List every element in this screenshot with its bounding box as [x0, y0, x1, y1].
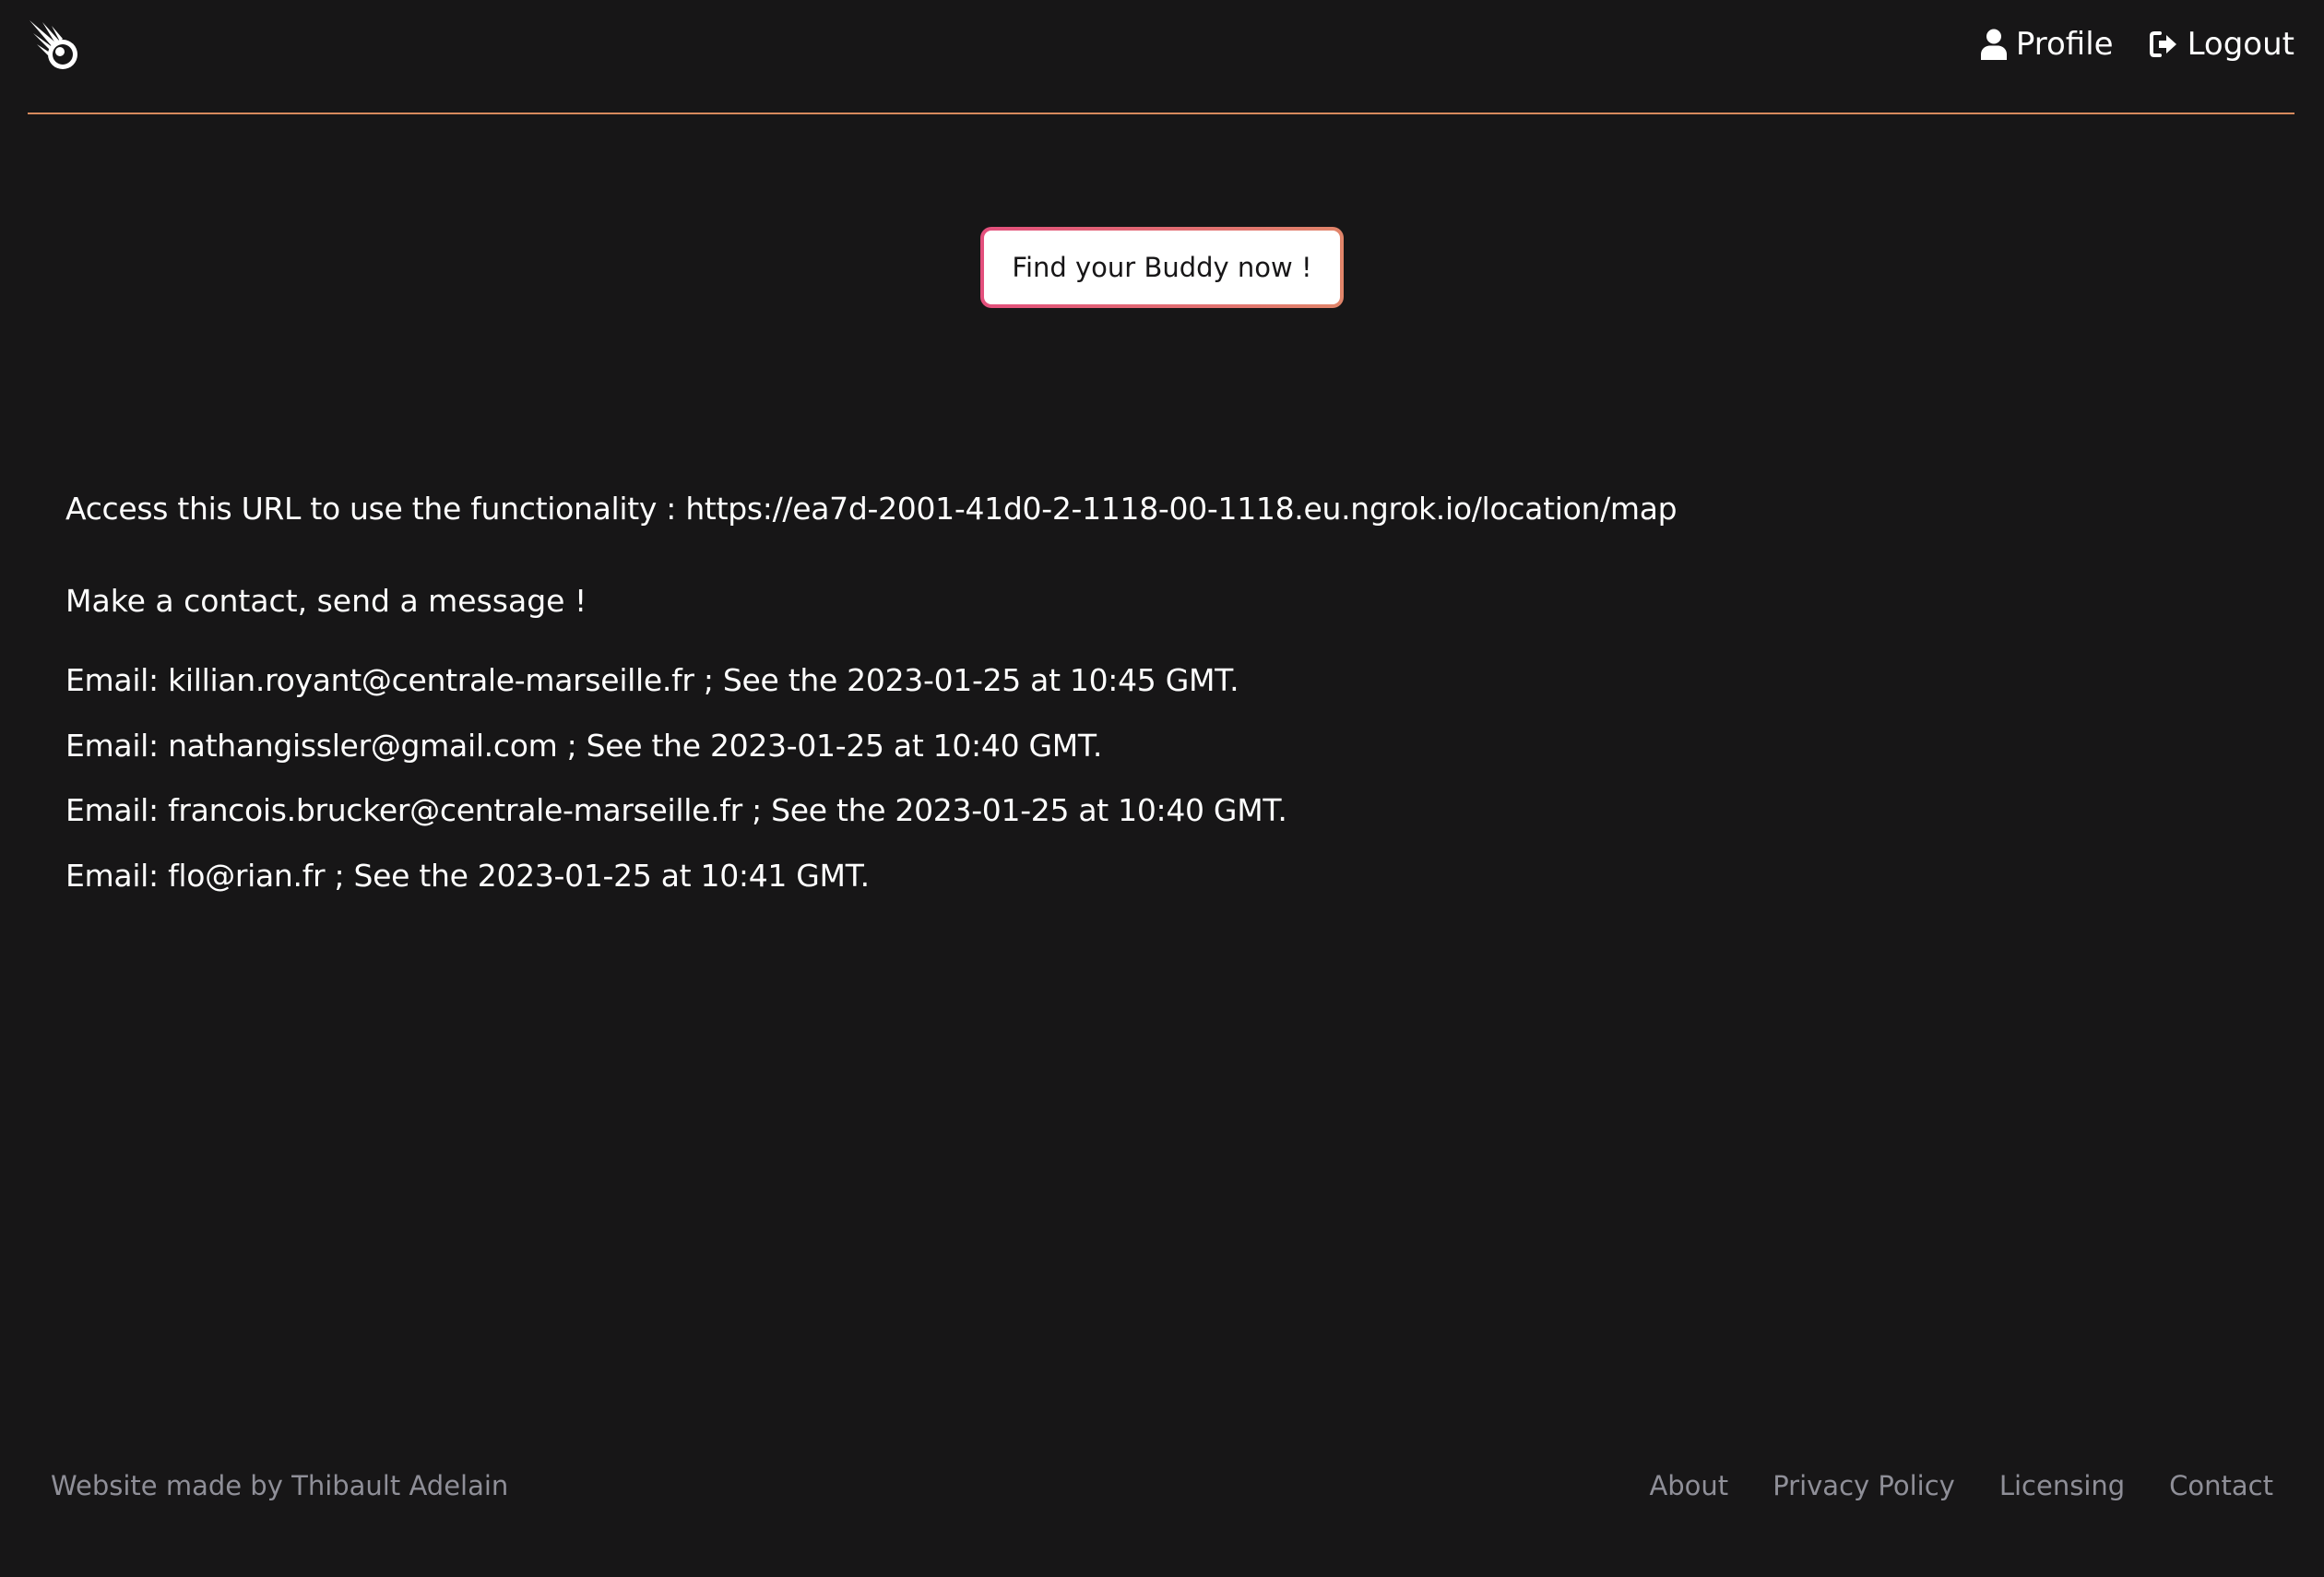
contact-item: Email: nathangissler@gmail.com ; See the… [65, 727, 1103, 764]
comet-logo-icon[interactable] [28, 18, 83, 72]
logout-label: Logout [2187, 26, 2294, 63]
profile-link[interactable]: Profile [1980, 26, 2114, 63]
logout-icon [2149, 30, 2178, 58]
contact-item: Email: killian.royant@centrale-marseille… [65, 662, 1239, 698]
footer-credit: Website made by Thibault Adelain [51, 1470, 509, 1501]
footer-link-licensing[interactable]: Licensing [1999, 1470, 2125, 1501]
contact-item: Email: flo@rian.fr ; See the 2023-01-25 … [65, 857, 870, 894]
footer-links: About Privacy Policy Licensing Contact [1649, 1470, 2273, 1501]
contact-list: Email: killian.royant@centrale-marseille… [65, 662, 1287, 922]
user-icon [1980, 29, 2007, 60]
page: Profile Logout Find your Buddy now ! Acc… [0, 0, 2324, 1577]
navbar: Profile Logout [28, 0, 2294, 114]
footer-link-contact[interactable]: Contact [2169, 1470, 2273, 1501]
functionality-url-text: Access this URL to use the functionality… [65, 491, 1678, 527]
find-buddy-button[interactable]: Find your Buddy now ! [980, 227, 1344, 308]
cta-container: Find your Buddy now ! [0, 227, 2324, 308]
nav-links: Profile Logout [1980, 20, 2294, 68]
contact-heading: Make a contact, send a message ! [65, 583, 587, 619]
footer-link-privacy-policy[interactable]: Privacy Policy [1773, 1470, 1955, 1501]
profile-label: Profile [2015, 26, 2114, 63]
footer-link-about[interactable]: About [1649, 1470, 1728, 1501]
contact-item: Email: francois.brucker@centrale-marseil… [65, 792, 1287, 828]
logout-link[interactable]: Logout [2149, 26, 2294, 63]
